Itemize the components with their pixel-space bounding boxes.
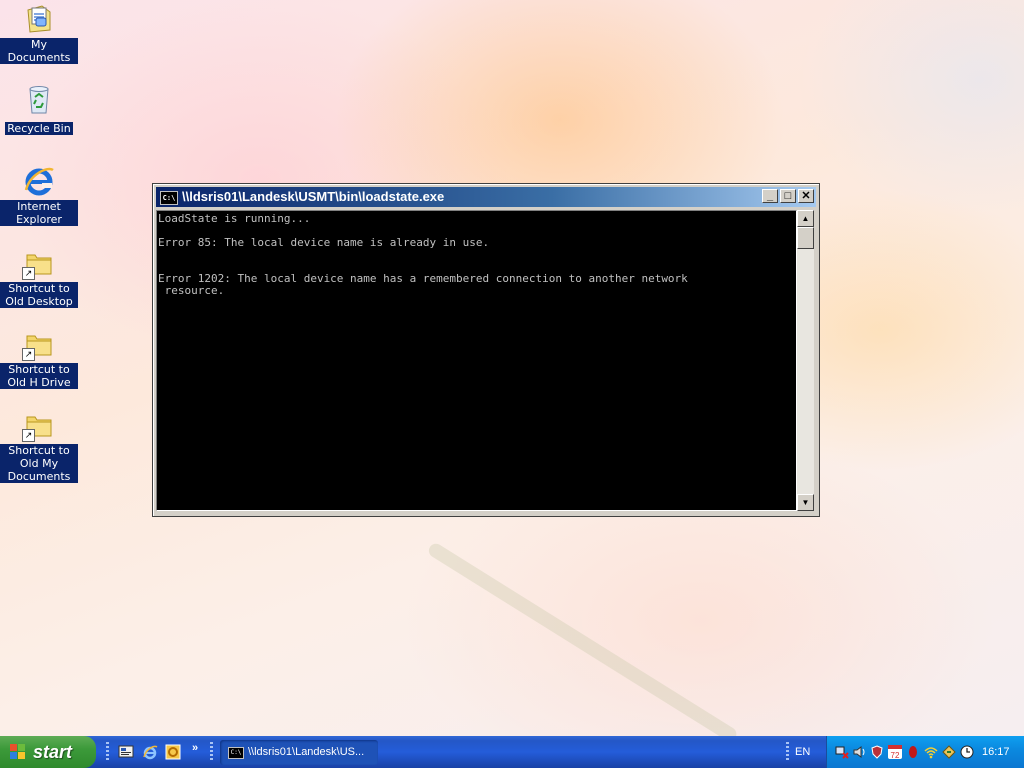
desktop-icon-internet-explorer[interactable]: Internet Explorer bbox=[0, 164, 78, 228]
clock-tray-icon[interactable] bbox=[960, 745, 974, 759]
console-line: resource. bbox=[158, 284, 225, 297]
shortcut-arrow-icon: ↗ bbox=[22, 267, 35, 280]
arrow-down-icon: ▼ bbox=[801, 498, 810, 507]
svg-text:72: 72 bbox=[891, 751, 900, 759]
close-icon: ✕ bbox=[801, 190, 811, 202]
maximize-button[interactable]: □ bbox=[780, 189, 796, 203]
shortcut-arrow-icon: ↗ bbox=[22, 348, 35, 361]
console-scrollbar[interactable]: ▲ ▼ bbox=[797, 210, 814, 511]
desktop-icon-label: Shortcut to Old Desktop bbox=[0, 282, 78, 308]
desktop-icon-my-documents[interactable]: My Documents bbox=[0, 2, 78, 66]
start-label: start bbox=[33, 742, 73, 762]
taskbar-clock[interactable]: 16:17 bbox=[982, 736, 1010, 768]
antivirus-icon[interactable] bbox=[906, 745, 920, 759]
scroll-down-button[interactable]: ▼ bbox=[797, 494, 814, 511]
outlook-icon[interactable] bbox=[165, 744, 181, 760]
shortcut-arrow-icon: ↗ bbox=[22, 429, 35, 442]
desktop-icon-shortcut-old-my-documents[interactable]: ↗ Shortcut to Old My Documents bbox=[0, 408, 78, 485]
quick-launch-grip[interactable] bbox=[106, 742, 109, 762]
desktop-icon-shortcut-old-h-drive[interactable]: ↗ Shortcut to Old H Drive bbox=[0, 327, 78, 391]
minimize-icon: _ bbox=[766, 190, 774, 202]
start-button[interactable]: start bbox=[0, 736, 96, 768]
console-task-icon: C:\ bbox=[228, 747, 244, 759]
show-desktop-icon[interactable] bbox=[118, 744, 134, 760]
language-indicator[interactable]: EN bbox=[795, 736, 810, 768]
wallpaper-stem bbox=[426, 541, 740, 736]
close-button[interactable]: ✕ bbox=[798, 189, 814, 203]
minimize-button[interactable]: _ bbox=[762, 189, 778, 203]
calendar-icon[interactable]: 72 bbox=[888, 745, 902, 760]
console-window[interactable]: C:\ \\ldsris01\Landesk\USMT\bin\loadstat… bbox=[152, 183, 820, 517]
console-output[interactable]: LoadState is running... Error 85: The lo… bbox=[156, 210, 797, 511]
volume-icon[interactable] bbox=[852, 745, 866, 759]
windows-logo-icon bbox=[10, 744, 26, 760]
console-line: Error 85: The local device name is alrea… bbox=[158, 236, 490, 249]
folder-shortcut-icon: ↗ bbox=[22, 327, 56, 361]
my-documents-icon bbox=[22, 2, 56, 36]
arrow-up-icon: ▲ bbox=[801, 214, 810, 223]
folder-shortcut-icon: ↗ bbox=[22, 408, 56, 442]
taskbar: start » C:\ \\ldsris01\Landesk\US... EN bbox=[0, 736, 1024, 768]
desktop-icon-label: Internet Explorer bbox=[0, 200, 78, 226]
desktop-icon-shortcut-old-desktop[interactable]: ↗ Shortcut to Old Desktop bbox=[0, 246, 78, 310]
language-bar-grip[interactable] bbox=[786, 742, 789, 762]
console-titlebar[interactable]: C:\ \\ldsris01\Landesk\USMT\bin\loadstat… bbox=[156, 187, 816, 207]
internet-explorer-icon[interactable] bbox=[142, 744, 158, 760]
console-line: Error 1202: The local device name has a … bbox=[158, 272, 688, 285]
recycle-bin-icon bbox=[22, 83, 56, 117]
folder-shortcut-icon: ↗ bbox=[22, 246, 56, 280]
desktop-icon-label: My Documents bbox=[0, 38, 78, 64]
desktop-icon-label: Recycle Bin bbox=[5, 122, 73, 135]
network-disconnected-icon[interactable] bbox=[835, 745, 849, 759]
safely-remove-icon[interactable] bbox=[942, 745, 956, 759]
desktop-icon-recycle-bin[interactable]: Recycle Bin bbox=[0, 83, 78, 137]
console-line: LoadState is running... bbox=[158, 212, 311, 225]
console-title: \\ldsris01\Landesk\USMT\bin\loadstate.ex… bbox=[182, 189, 445, 204]
desktop-icon-label: Shortcut to Old My Documents bbox=[0, 444, 78, 483]
taskbar-grip[interactable] bbox=[210, 742, 213, 762]
console-system-icon[interactable]: C:\ bbox=[160, 191, 178, 205]
scroll-up-button[interactable]: ▲ bbox=[797, 210, 814, 227]
wireless-icon[interactable] bbox=[924, 745, 938, 759]
desktop-background: My Documents Recycle Bin Internet Explor… bbox=[0, 0, 1024, 736]
desktop-icon-label: Shortcut to Old H Drive bbox=[0, 363, 78, 389]
maximize-icon: □ bbox=[784, 190, 792, 202]
taskbar-button-label: \\ldsris01\Landesk\US... bbox=[248, 746, 365, 758]
scroll-thumb[interactable] bbox=[797, 227, 814, 249]
taskbar-button-console[interactable]: C:\ \\ldsris01\Landesk\US... bbox=[220, 740, 378, 765]
internet-explorer-icon bbox=[22, 164, 56, 198]
quick-launch-chevron[interactable]: » bbox=[192, 742, 198, 754]
security-shield-icon[interactable] bbox=[870, 745, 884, 759]
